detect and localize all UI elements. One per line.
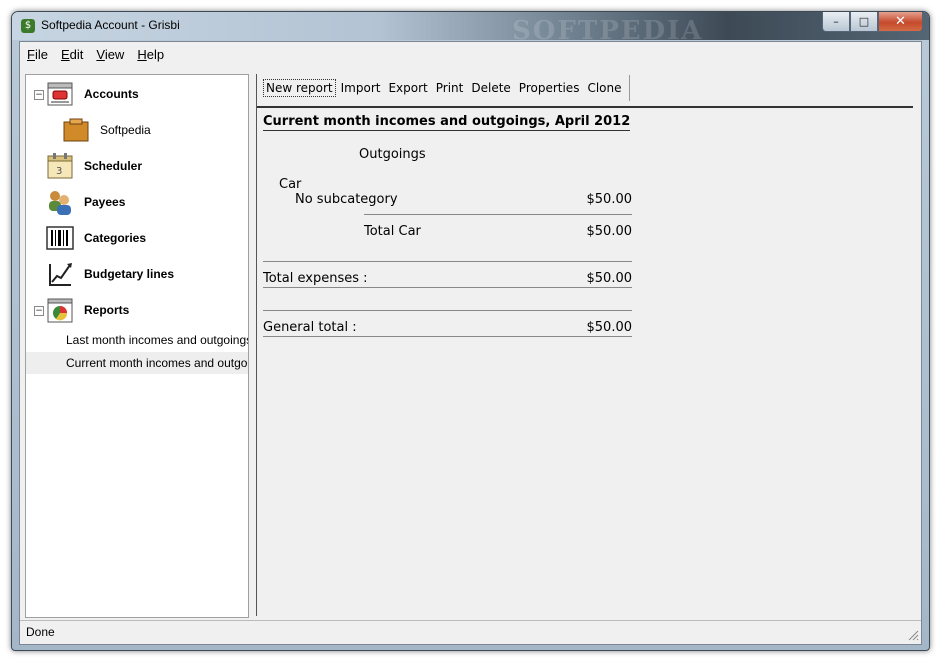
navigation-tree: − Accounts Softpedia 3 Scheduler Payees … [25,74,249,618]
resize-grip-icon[interactable] [907,629,919,641]
menu-bar: File Edit View Help [20,42,921,66]
new-report-button[interactable]: New report [263,79,336,97]
title-bar[interactable]: $ Softpedia Account - Grisbi SOFTPEDIA –… [12,12,929,46]
client-area: File Edit View Help − Accounts Softpedia [19,41,922,645]
accounts-expander[interactable]: − [34,90,44,100]
close-button[interactable]: ✕ [878,12,923,32]
menu-file[interactable]: File [20,47,54,62]
expenses-rule [263,261,632,262]
maximize-icon: □ [858,15,870,28]
menu-edit[interactable]: Edit [54,47,89,62]
report-current-month[interactable]: Current month incomes and outgoings [26,352,248,374]
window-controls: – □ ✕ [822,12,923,32]
status-text: Done [26,625,55,639]
general-total-amount: $50.00 [586,320,633,335]
toolbar-separator [257,106,913,108]
menu-help[interactable]: Help [130,47,170,62]
account-softpedia[interactable]: Softpedia [100,123,151,137]
clone-button[interactable]: Clone [584,79,624,97]
report-pane: New report Import Export Print Delete Pr… [256,74,917,616]
calendar-icon[interactable]: 3 [46,152,74,180]
section-outgoings: Outgoings [359,147,426,162]
close-icon: ✕ [895,14,906,29]
general-rule [263,310,632,311]
minimize-button[interactable]: – [822,12,850,32]
scheduler-label[interactable]: Scheduler [84,159,142,173]
reports-expander[interactable]: − [34,306,44,316]
import-button[interactable]: Import [338,79,384,97]
general-underline [263,336,632,337]
print-button[interactable]: Print [433,79,467,97]
total-car-amount: $50.00 [586,224,633,239]
application-window: $ Softpedia Account - Grisbi SOFTPEDIA –… [11,11,930,651]
total-expenses-amount: $50.00 [586,271,633,286]
chart-icon[interactable] [46,260,74,288]
pie-report-icon[interactable] [46,296,74,324]
properties-button[interactable]: Properties [516,79,583,97]
total-car-label: Total Car [364,224,421,239]
payees-label[interactable]: Payees [84,195,125,209]
window-title: Softpedia Account - Grisbi [41,18,180,32]
subcategory-amount: $50.00 [586,192,633,207]
delete-button[interactable]: Delete [468,79,513,97]
svg-text:3: 3 [56,166,62,177]
categories-label[interactable]: Categories [84,231,146,245]
category-car: Car [279,177,302,192]
report-last-month[interactable]: Last month incomes and outgoings [26,329,248,351]
report-title: Current month incomes and outgoings, Apr… [263,114,631,131]
accounts-label[interactable]: Accounts [84,87,139,101]
barcode-icon[interactable] [46,224,74,252]
people-icon[interactable] [46,188,74,216]
accounts-icon[interactable] [46,80,74,108]
total-expenses-label: Total expenses : [263,271,368,286]
maximize-button[interactable]: □ [850,12,878,32]
subcategory-label: No subcategory [295,192,398,207]
subtotal-rule [364,214,632,215]
status-bar: Done [20,620,921,643]
export-button[interactable]: Export [385,79,430,97]
expenses-underline [263,287,632,288]
general-total-label: General total : [263,320,357,335]
report-toolbar: New report Import Export Print Delete Pr… [263,75,630,101]
account-folder-icon[interactable] [62,116,90,144]
menu-view[interactable]: View [89,47,130,62]
minimize-icon: – [833,15,839,28]
reports-label[interactable]: Reports [84,303,129,317]
grisbi-app-icon: $ [21,19,35,33]
budgetary-lines-label[interactable]: Budgetary lines [84,267,174,281]
